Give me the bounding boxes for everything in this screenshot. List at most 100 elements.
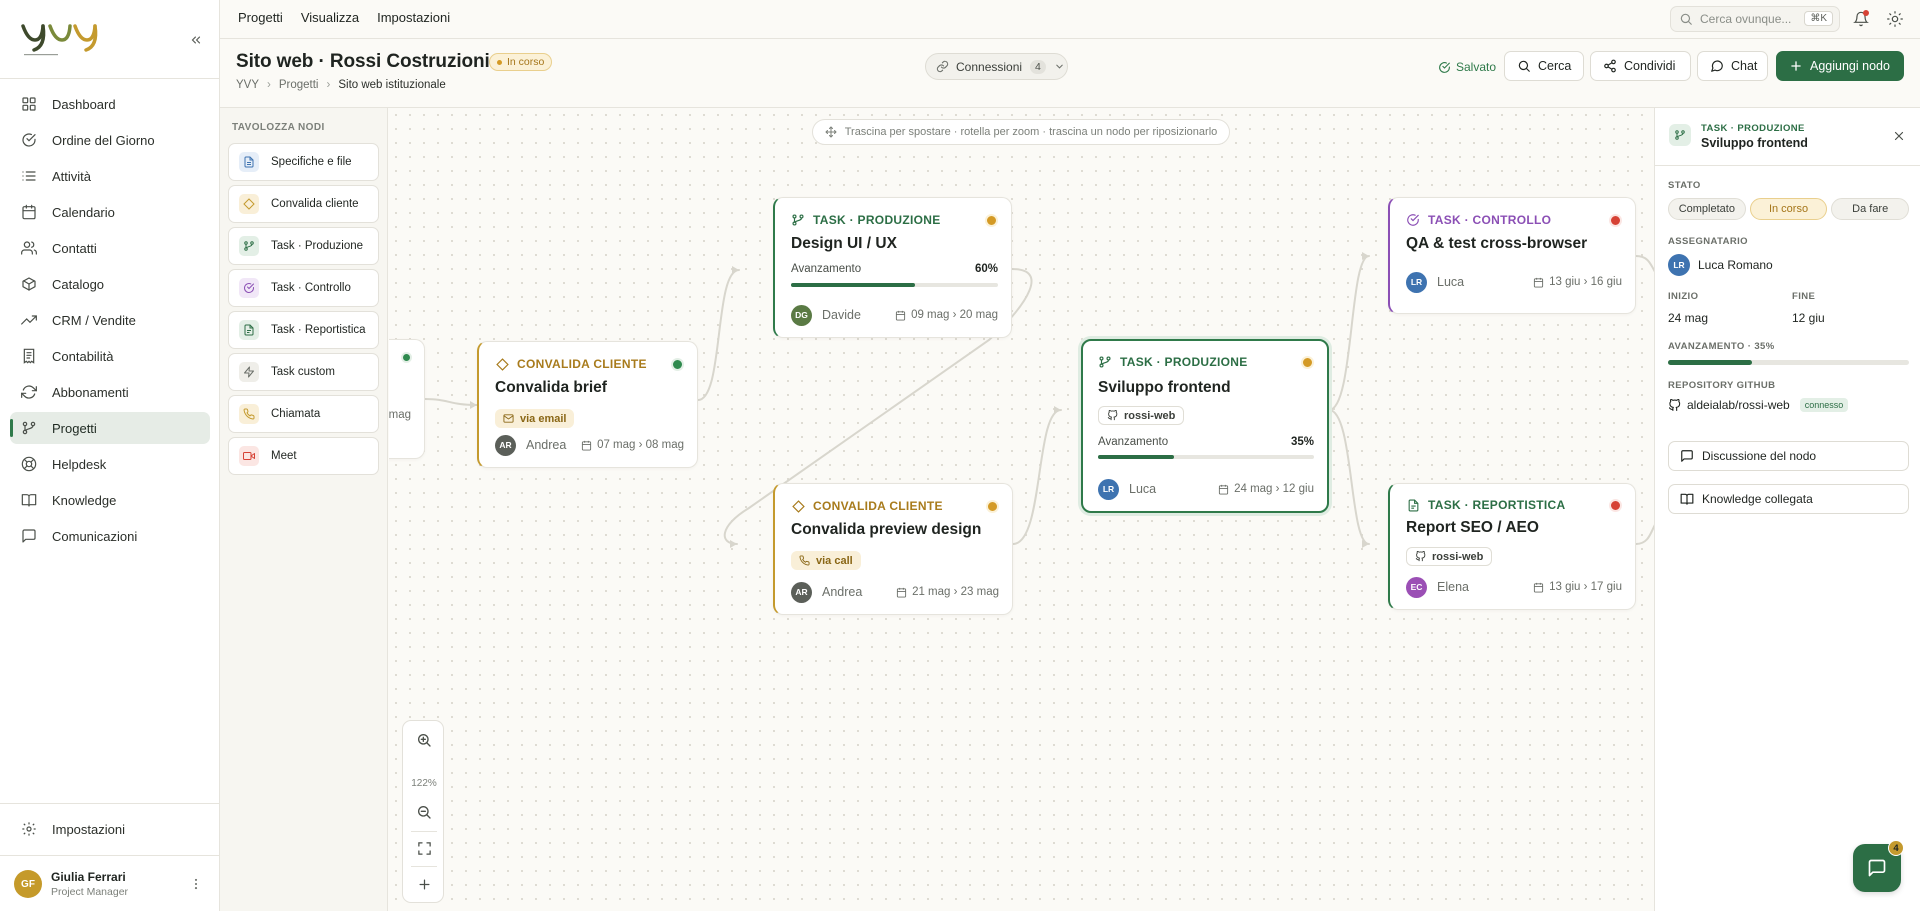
sidebar-item-catalogo[interactable]: Catalogo (10, 268, 210, 300)
avatar: AR (791, 581, 812, 603)
node-partial[interactable]: mag (389, 339, 425, 459)
yvy-logo[interactable] (20, 20, 100, 58)
node-qa-test[interactable]: Task · Controllo QA & test cross-browser… (1388, 197, 1636, 314)
sidebar-item-label: Knowledge (52, 492, 117, 508)
notification-dot (1863, 10, 1869, 16)
sun-icon[interactable] (1886, 10, 1904, 28)
zoom-in-icon[interactable] (414, 730, 434, 750)
discussion-button[interactable]: Discussione del nodo (1668, 441, 1909, 471)
node-footer: LR Luca 13 giu › 16 giu (1406, 271, 1622, 293)
fit-view-icon[interactable] (414, 838, 434, 858)
breadcrumb-item[interactable]: Progetti (279, 79, 319, 91)
state-completato[interactable]: Completato (1668, 198, 1746, 220)
sidebar-item-contatti[interactable]: Contatti (10, 232, 210, 264)
git-branch-icon (21, 420, 37, 436)
node-report-seo[interactable]: Task · Reportistica Report SEO / AEO ros… (1388, 483, 1636, 610)
palette-item-label: Task · Produzione (271, 240, 364, 252)
node-kind: Task · Produzione (791, 213, 941, 227)
sidebar-item-helpdesk[interactable]: Helpdesk (10, 448, 210, 480)
more-vertical-icon[interactable] (188, 876, 204, 892)
calendar-icon (21, 204, 37, 220)
edge (424, 398, 478, 406)
chat-fab-button[interactable]: 4 (1853, 840, 1904, 892)
state-in-corso[interactable]: In corso (1749, 198, 1828, 220)
page-title: Sito web · Rossi Costruzioni (236, 51, 490, 72)
chat-button[interactable]: Chat (1697, 51, 1768, 81)
palette-item-task-reportistica[interactable]: Task · Reportistica (228, 311, 379, 349)
sidebar-item-impostazioni[interactable]: Impostazioni (10, 813, 210, 845)
palette-item-meet[interactable]: Meet (228, 437, 379, 475)
node-dates-text: 07 mag › 08 mag (597, 439, 684, 451)
sidebar-item-abbonamenti[interactable]: Abbonamenti (10, 376, 210, 408)
progress-bar[interactable] (1668, 360, 1909, 365)
assignee-name: Luca Romano (1698, 258, 1773, 272)
sidebar-item-calendario[interactable]: Calendario (10, 196, 210, 228)
palette-title: TAVOLOZZA NODI (232, 122, 325, 133)
top-menu: Progetti Visualizza Impostazioni (238, 10, 450, 25)
knowledge-button[interactable]: Knowledge collegata (1668, 484, 1909, 514)
add-node-button[interactable]: Aggiungi nodo (1776, 51, 1904, 81)
sidebar-item-crm-vendite[interactable]: CRM / Vendite (10, 304, 210, 336)
sidebar-item-knowledge[interactable]: Knowledge (10, 484, 210, 516)
sidebar-item-comunicazioni[interactable]: Comunicazioni (10, 520, 210, 552)
phone-icon (799, 555, 810, 566)
node-footer: AR Andrea 21 mag › 23 mag (791, 581, 999, 603)
state-da-fare[interactable]: Da fare (1831, 198, 1910, 220)
node-footer: AR Andrea 07 mag › 08 mag (495, 434, 684, 456)
palette-item-convalida-cliente[interactable]: Convalida cliente (228, 185, 379, 223)
menu-progetti[interactable]: Progetti (238, 10, 283, 25)
user-role: Project Manager (51, 886, 129, 898)
close-icon[interactable] (1891, 128, 1907, 144)
assignee-field[interactable]: LR Luca Romano (1668, 254, 1773, 276)
sidebar-item-label: CRM / Vendite (52, 312, 136, 328)
node-kind: Convalida cliente (791, 499, 943, 513)
sidebar-item-ordine-del-giorno[interactable]: Ordine del Giorno (10, 124, 210, 156)
palette-item-label: Chiamata (271, 408, 321, 420)
calendar-icon (1533, 582, 1544, 593)
menu-impostazioni[interactable]: Impostazioni (377, 10, 450, 25)
palette-item-label: Task · Reportistica (271, 324, 366, 336)
menu-visualizza[interactable]: Visualizza (301, 10, 359, 25)
breadcrumb-current: Sito web istituzionale (338, 79, 446, 91)
node-dates: 07 mag › 08 mag (581, 439, 684, 451)
node-kind: Task · Produzione (1098, 355, 1248, 369)
node-convalida-preview[interactable]: Convalida cliente Convalida preview desi… (773, 483, 1013, 615)
palette-item-specifiche[interactable]: Specifiche e file (228, 143, 379, 181)
bell-icon[interactable] (1852, 10, 1870, 28)
palette-item-task-controllo[interactable]: Task · Controllo (228, 269, 379, 307)
breadcrumb-item[interactable]: YVY (236, 79, 259, 91)
workflow-canvas[interactable]: Trascina per spostare · rotella per zoom… (389, 108, 1654, 911)
repo-field[interactable]: aldeialab/rossi-web connesso (1668, 398, 1849, 412)
progress-value: 35% (1290, 436, 1314, 448)
node-convalida-brief[interactable]: Convalida cliente Convalida brief via em… (477, 341, 698, 468)
chevron-down-icon (1054, 61, 1065, 72)
start-label: INIZIO (1668, 291, 1699, 302)
collapse-sidebar-icon[interactable] (186, 30, 206, 50)
state-selector: Completato In corso Da fare (1668, 198, 1910, 220)
end-date[interactable]: 12 giu (1792, 311, 1825, 325)
connections-dropdown[interactable]: Connessioni 4 (925, 53, 1068, 80)
sidebar-item-contabilita[interactable]: Contabilità (10, 340, 210, 372)
chat-button-label: Chat (1731, 59, 1758, 73)
saved-label: Salvato (1456, 60, 1497, 74)
node-sviluppo-frontend[interactable]: Task · Produzione Sviluppo frontend ross… (1081, 339, 1329, 513)
add-icon[interactable] (414, 874, 434, 894)
status-badge: In corso (489, 53, 553, 71)
palette-item-chiamata[interactable]: Chiamata (228, 395, 379, 433)
share-button[interactable]: Condividi (1590, 51, 1691, 81)
sidebar-item-attivita[interactable]: Attività (10, 160, 210, 192)
search-button[interactable]: Cerca (1504, 51, 1584, 81)
sidebar-divider (0, 78, 219, 79)
avatar: GF (14, 870, 42, 898)
node-dates-text: 21 mag › 23 mag (912, 586, 999, 598)
start-date[interactable]: 24 mag (1668, 311, 1708, 325)
palette-item-task-produzione[interactable]: Task · Produzione (228, 227, 379, 265)
node-design-ui[interactable]: Task · Produzione Design UI / UX Avanzam… (773, 197, 1012, 338)
grid-icon (21, 96, 37, 112)
user-profile[interactable]: GF Giulia Ferrari Project Manager (14, 869, 210, 899)
sidebar-item-progetti[interactable]: Progetti (10, 412, 210, 444)
search-input[interactable]: Cerca ovunque... ⌘K (1670, 6, 1840, 32)
palette-item-task-custom[interactable]: Task custom (228, 353, 379, 391)
zoom-out-icon[interactable] (414, 802, 434, 822)
sidebar-item-dashboard[interactable]: Dashboard (10, 88, 210, 120)
